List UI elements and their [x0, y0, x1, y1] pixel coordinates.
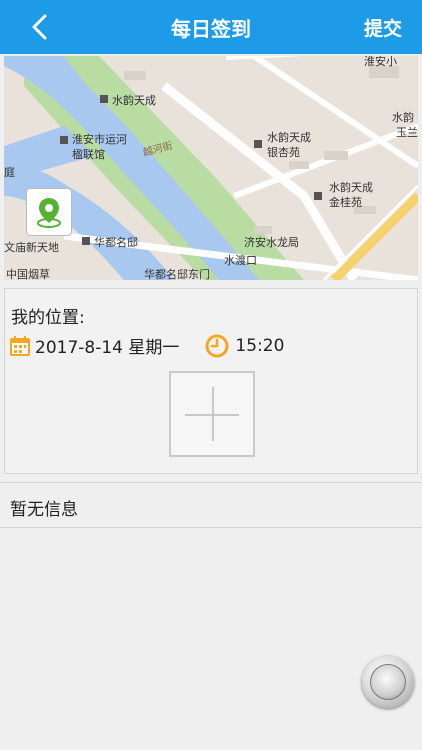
svg-text:水韵: 水韵 — [392, 110, 414, 124]
svg-text:水韵天成: 水韵天成 — [329, 180, 373, 194]
submit-button[interactable]: 提交 — [364, 14, 402, 41]
svg-text:华都名邸: 华都名邸 — [94, 235, 138, 249]
svg-text:华都名邸东门: 华都名邸东门 — [144, 267, 210, 280]
svg-text:金桂苑: 金桂苑 — [329, 195, 362, 209]
page-title: 每日签到 — [171, 16, 251, 41]
poi-icon — [254, 140, 262, 148]
floating-action-button[interactable] — [362, 656, 414, 708]
info-row: 暂无信息 — [0, 482, 422, 528]
clock-icon — [205, 334, 229, 357]
poi-icon — [100, 95, 108, 103]
floating-button-inner — [370, 664, 406, 700]
svg-text:淮安小: 淮安小 — [364, 56, 397, 68]
location-card: 我的位置: 2017-8-14 星期一 15:20 — [4, 288, 418, 474]
svg-text:水韵天成: 水韵天成 — [112, 93, 156, 107]
svg-text:庭: 庭 — [4, 165, 15, 179]
svg-text:文庙新天地: 文庙新天地 — [4, 240, 59, 254]
svg-text:济安水龙局: 济安水龙局 — [244, 235, 299, 249]
svg-text:玉兰: 玉兰 — [396, 126, 418, 139]
back-button[interactable] — [28, 13, 52, 41]
map-pin-icon — [37, 198, 61, 228]
calendar-icon — [10, 335, 30, 356]
poi-icon — [82, 237, 90, 245]
header-bar: 每日签到 提交 — [0, 0, 422, 54]
time-text: 15:20 — [235, 335, 285, 356]
svg-text:中国烟草: 中国烟草 — [6, 267, 50, 280]
chevron-left-icon — [32, 14, 47, 40]
svg-text:楹联馆: 楹联馆 — [72, 147, 105, 161]
map-canvas: 水韵天成 淮安市运河 楹联馆 越河街 水韵天成 银杏苑 水韵天成 金桂苑 华都名… — [4, 56, 418, 280]
add-photo-button[interactable] — [169, 371, 255, 457]
date-text: 2017-8-14 星期一 — [35, 338, 180, 358]
date-time-row: 2017-8-14 星期一 15:20 — [9, 333, 284, 358]
poi-icon — [60, 136, 68, 144]
my-location-label: 我的位置: — [11, 308, 85, 328]
time-group: 15:20 — [205, 334, 284, 358]
svg-text:银杏苑: 银杏苑 — [267, 145, 300, 159]
info-text: 暂无信息 — [10, 500, 78, 520]
map-view[interactable]: 水韵天成 淮安市运河 楹联馆 越河街 水韵天成 银杏苑 水韵天成 金桂苑 华都名… — [4, 56, 418, 280]
locate-button[interactable] — [26, 188, 72, 236]
svg-text:水渡口: 水渡口 — [224, 253, 257, 267]
poi-icon — [314, 192, 322, 200]
svg-text:淮安市运河: 淮安市运河 — [72, 132, 127, 146]
svg-text:水韵天成: 水韵天成 — [267, 130, 311, 144]
